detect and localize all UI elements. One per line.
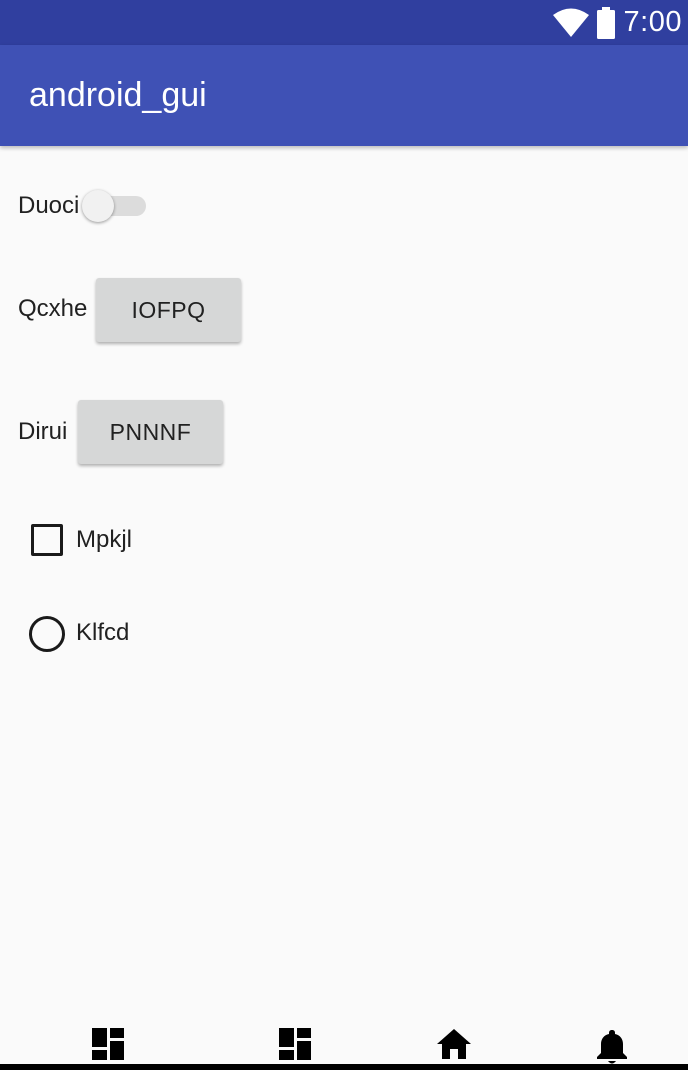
battery-icon — [596, 6, 616, 39]
klfcd-radio[interactable] — [29, 616, 65, 652]
notifications-icon[interactable] — [592, 1026, 632, 1066]
button-row-1-label: Qcxhe — [18, 295, 88, 322]
dashboard-icon[interactable] — [277, 1026, 317, 1066]
checkbox-label[interactable]: Mpkjl — [76, 526, 132, 554]
duoci-switch[interactable] — [80, 188, 150, 224]
status-bar: 7:00 — [0, 0, 688, 45]
home-icon[interactable] — [434, 1026, 474, 1066]
button-row-2-label: Dirui — [18, 418, 68, 445]
pnnnf-button[interactable]: PNNNF — [78, 400, 223, 464]
app-title: android_gui — [29, 76, 207, 114]
radio-label[interactable]: Klfcd — [76, 619, 129, 647]
switch-label: Duoci — [18, 192, 80, 219]
mpkjl-checkbox[interactable] — [31, 524, 63, 556]
status-icons: 7:00 — [552, 0, 682, 45]
dashboard-icon[interactable] — [90, 1026, 130, 1066]
switch-thumb[interactable] — [82, 190, 114, 222]
bottom-navigation — [0, 1020, 688, 1070]
bottom-edge — [0, 1064, 688, 1070]
iofpq-button[interactable]: IOFPQ — [96, 278, 241, 342]
wifi-icon — [552, 8, 590, 38]
status-time: 7:00 — [623, 6, 682, 38]
app-bar: android_gui — [0, 45, 688, 146]
